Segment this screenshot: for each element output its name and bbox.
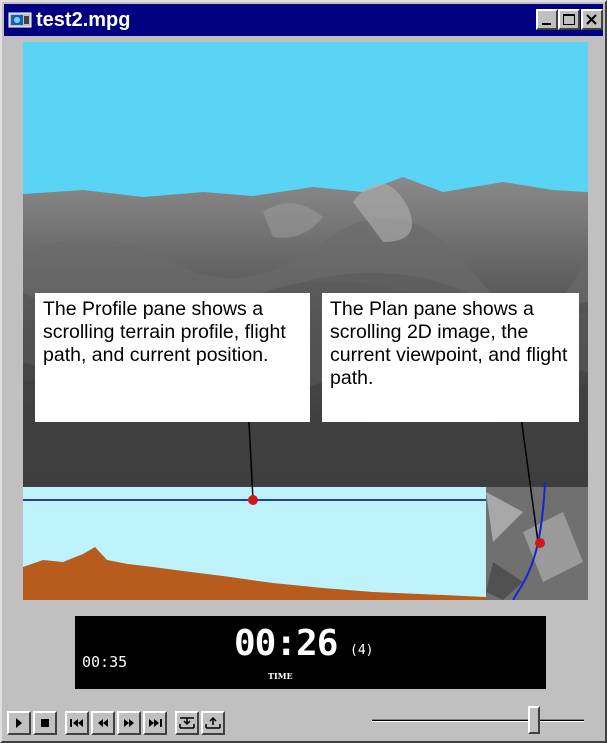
- close-button[interactable]: [581, 9, 603, 30]
- play-icon: [16, 718, 22, 728]
- maximize-icon: [563, 14, 575, 25]
- profile-pane-callout: The Profile pane shows a scrolling terra…: [35, 293, 310, 422]
- skip-forward-icon: [149, 719, 162, 727]
- window-title: test2.mpg: [36, 9, 131, 31]
- close-icon: [586, 14, 597, 25]
- slider-thumb[interactable]: [528, 706, 540, 734]
- minimize-icon: [542, 23, 551, 25]
- maximize-button[interactable]: [558, 9, 580, 30]
- media-player-window: test2.mpg The Profile pane shows a scrol…: [0, 0, 607, 743]
- stop-icon: [41, 719, 49, 727]
- media-player-icon: [8, 12, 32, 28]
- slider-track[interactable]: [372, 719, 584, 722]
- skip-forward-button[interactable]: [143, 711, 167, 735]
- mark-in-button[interactable]: [175, 711, 199, 735]
- current-timecode: 00:26: [234, 623, 338, 664]
- mark-in-icon: [179, 717, 195, 729]
- position-slider[interactable]: [372, 706, 584, 736]
- sky: [23, 42, 588, 202]
- display-mode: (4): [350, 643, 374, 658]
- skip-back-button[interactable]: [65, 711, 89, 735]
- mark-out-button[interactable]: [201, 711, 225, 735]
- mark-out-icon: [205, 716, 221, 729]
- stop-button[interactable]: [33, 711, 57, 735]
- rewind-icon: [98, 719, 108, 727]
- fast-forward-button[interactable]: [117, 711, 141, 735]
- minimize-button[interactable]: [536, 9, 558, 30]
- time-label: TIME: [268, 671, 293, 681]
- plan-pane-callout: The Plan pane shows a scrolling 2D image…: [322, 293, 579, 422]
- rewind-button[interactable]: [91, 711, 115, 735]
- skip-back-icon: [70, 719, 83, 727]
- play-button[interactable]: [7, 711, 31, 735]
- title-bar[interactable]: test2.mpg: [4, 4, 603, 36]
- profile-position-marker: [248, 495, 258, 505]
- plan-viewpoint-marker: [535, 538, 545, 548]
- fast-forward-icon: [124, 719, 134, 727]
- elapsed-time: 00:35: [82, 653, 128, 671]
